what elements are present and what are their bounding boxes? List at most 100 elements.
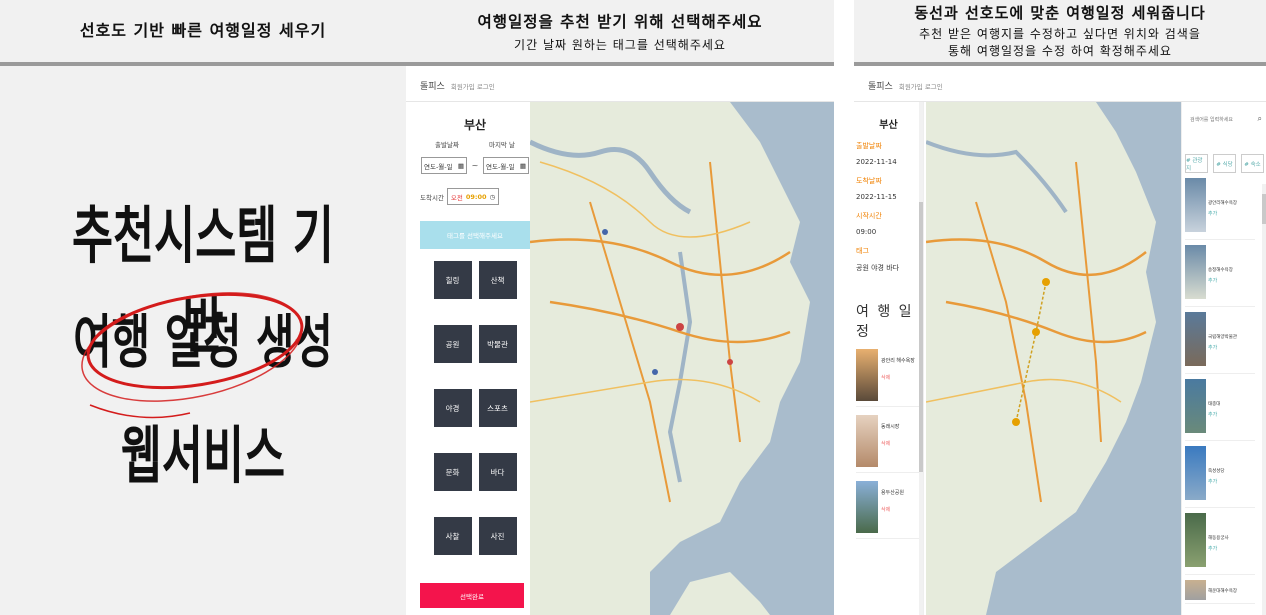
auth-links[interactable]: 회원가입 로그인 [451, 81, 495, 91]
results-scrollbar[interactable] [1262, 184, 1266, 615]
place-photo [856, 349, 878, 401]
add-button[interactable]: 추가 [1208, 478, 1225, 485]
add-button[interactable]: 추가 [1208, 210, 1237, 217]
result-card[interactable]: 태종대추가 [1185, 379, 1255, 441]
place-photo [1185, 245, 1206, 299]
brand-logo[interactable]: 돌피스 [420, 79, 445, 92]
place-photo [1185, 379, 1206, 433]
tab-lodging[interactable]: # 숙소 [1241, 154, 1264, 173]
place-name: 죽성성당 [1208, 469, 1225, 474]
add-button[interactable]: 추가 [1208, 411, 1220, 418]
itinerary-card[interactable]: 광안리 해수욕장 삭제 [856, 349, 920, 407]
place-photo [856, 415, 878, 467]
city-title: 부산 [463, 118, 487, 132]
tag-button[interactable]: 사찰 [433, 517, 472, 555]
tab-sights[interactable]: # 관광지 [1185, 154, 1208, 173]
add-button[interactable]: 추가 [1208, 277, 1233, 284]
search-bar[interactable]: 검색어를 입력하세요 ⌕ [1182, 104, 1266, 134]
tag-button[interactable]: 문화 [433, 453, 472, 491]
map-image [926, 102, 1181, 615]
arrival-time-row: 도착시간 오전 09:00 ◷ [420, 188, 530, 205]
calendar-icon[interactable]: ▦ [520, 162, 526, 170]
tag-grid: 힐링 산책 공원 박물관 야경 스포츠 문화 바다 사찰 사진 [420, 261, 530, 555]
end-date-value: 2022-11-15 [856, 193, 897, 201]
place-name: 송정해수욕장 [1208, 268, 1233, 273]
end-date-label: 마지막 날 [488, 141, 515, 149]
place-photo [1185, 580, 1206, 600]
arrival-time-value: 09:00 [465, 192, 487, 201]
place-name: 광안리해수욕장 [1208, 201, 1237, 206]
itinerary-header-title: 동선과 선호도에 맞춘 여행일정 세워줍니다 [914, 4, 1206, 22]
calendar-icon[interactable]: ▦ [458, 162, 464, 170]
date-labels: 출발날짜 마지막 날 [420, 139, 530, 149]
place-name: 동래시장 [881, 424, 900, 430]
tag-button[interactable]: 박물관 [478, 325, 517, 363]
end-date-value: 연도-월-일 [485, 162, 515, 171]
result-card[interactable]: 해동용궁사추가 [1185, 513, 1255, 575]
tag-button[interactable]: 힐링 [433, 261, 472, 299]
add-button[interactable]: 추가 [1208, 545, 1229, 552]
date-separator: ~ [471, 161, 479, 170]
top-nav: 돌피스 회원가입 로그인 [406, 70, 834, 102]
category-tabs: # 관광지 # 식당 # 숙소 [1185, 154, 1266, 173]
start-time-value: 09:00 [856, 228, 877, 236]
map-view[interactable] [926, 102, 1181, 615]
select-header-title: 여행일정을 추천 받기 위해 선택해주세요 [477, 13, 763, 31]
result-card[interactable]: 국립해양박물관추가 [1185, 312, 1255, 374]
clock-icon[interactable]: ◷ [490, 193, 496, 201]
select-header-subtitle: 기간 날짜 원하는 태그를 선택해주세요 [514, 38, 726, 52]
tag-prompt-bar: 태그를 선택해주세요 [420, 221, 530, 249]
search-panel: 검색어를 입력하세요 ⌕ # 관광지 # 식당 # 숙소 광안리해수욕장추가 송… [1181, 102, 1266, 615]
search-input[interactable]: 검색어를 입력하세요 [1190, 116, 1233, 123]
tag-button[interactable]: 스포츠 [478, 389, 517, 427]
place-name: 해운대해수욕장 [1208, 589, 1237, 594]
itinerary-title: 여 행 일 정 [856, 304, 914, 340]
result-card[interactable]: 광안리해수욕장추가 [1185, 178, 1255, 240]
itinerary-card[interactable]: 동래시장삭제 [856, 415, 920, 473]
arrival-time-input[interactable]: 오전 09:00 ◷ [446, 188, 500, 205]
end-date-label: 도착날짜 [856, 177, 882, 185]
brand-logo[interactable]: 돌피스 [868, 79, 893, 92]
tag-button[interactable]: 사진 [478, 517, 517, 555]
start-date-value: 2022-11-14 [856, 158, 897, 166]
start-date-input[interactable]: 연도-월-일 ▦ [421, 157, 467, 174]
city-title: 부산 [879, 120, 898, 131]
result-card[interactable]: 해운대해수욕장 [1185, 580, 1255, 604]
place-name: 국립해양박물관 [1208, 335, 1237, 340]
start-time-label: 시작시간 [856, 212, 882, 220]
place-name: 용두산공원 [881, 490, 905, 496]
tag-button[interactable]: 산책 [478, 261, 517, 299]
itinerary-card[interactable]: 용두산공원삭제 [856, 481, 920, 539]
itinerary-header-line-2: 추천 받은 여행지를 수정하고 싶다면 위치와 검색을 [919, 27, 1201, 41]
end-date-input[interactable]: 연도-월-일 ▦ [482, 157, 529, 174]
select-done-button[interactable]: 선택완료 [420, 583, 524, 608]
tag-button[interactable]: 야경 [433, 389, 472, 427]
top-nav: 돌피스 회원가입 로그인 [854, 70, 1266, 102]
start-date-label: 출발날짜 [856, 142, 882, 150]
map-view[interactable] [530, 102, 834, 615]
delete-button[interactable]: 삭제 [881, 440, 899, 447]
map-image [530, 102, 834, 615]
tag-button[interactable]: 바다 [478, 453, 517, 491]
result-card[interactable]: 죽성성당추가 [1185, 446, 1255, 508]
place-photo [1185, 446, 1206, 500]
itinerary-sidebar: 부산 출발날짜 2022-11-14 도착날짜 2022-11-15 시작시간 … [854, 102, 924, 615]
result-card[interactable]: 송정해수욕장추가 [1185, 245, 1255, 307]
delete-button[interactable]: 삭제 [881, 506, 904, 513]
place-photo [856, 481, 878, 533]
intro-line-3: 웹서비스 [120, 419, 286, 492]
add-button[interactable]: 추가 [1208, 344, 1237, 351]
delete-button[interactable]: 삭제 [881, 374, 915, 381]
search-icon[interactable]: ⌕ [1258, 114, 1262, 124]
place-photo [1185, 312, 1206, 366]
intro-header: 선호도 기반 빠른 여행일정 세우기 [0, 0, 406, 66]
place-name: 태종대 [1208, 402, 1221, 407]
auth-links[interactable]: 회원가입 로그인 [899, 81, 943, 91]
select-header: 여행일정을 추천 받기 위해 선택해주세요 기간 날짜 원하는 태그를 선택해주… [406, 0, 834, 66]
tag-value: 공원 야경 바다 [856, 264, 900, 272]
tag-button[interactable]: 공원 [433, 325, 472, 363]
place-name: 해동용궁사 [1208, 536, 1229, 541]
tab-food[interactable]: # 식당 [1213, 154, 1236, 173]
place-photo [1185, 178, 1206, 232]
itinerary-scrollbar[interactable] [919, 102, 923, 615]
